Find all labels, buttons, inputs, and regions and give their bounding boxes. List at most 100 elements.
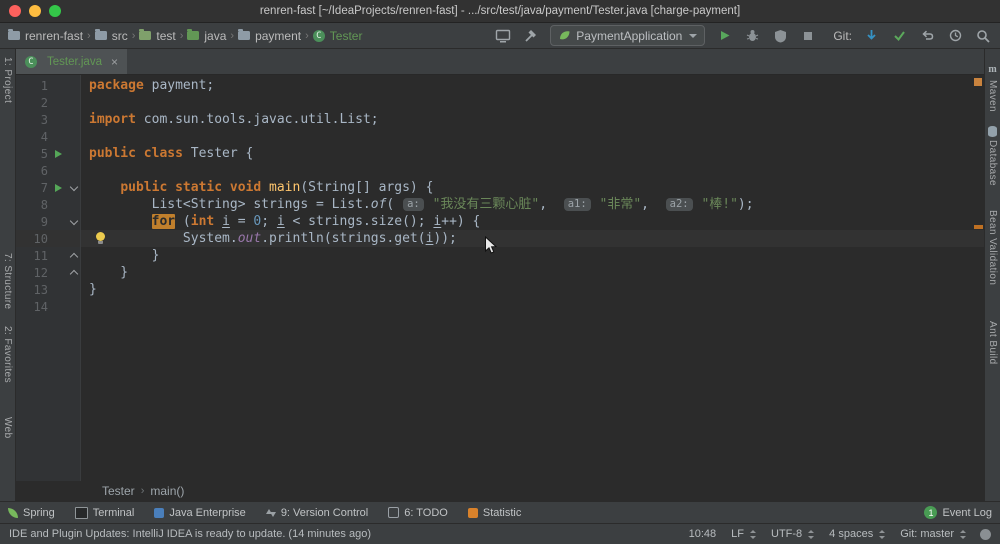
tab-tester-java[interactable]: Tester.java	[16, 49, 127, 74]
editor-breadcrumb-tester[interactable]: Tester	[102, 484, 135, 498]
line-number[interactable]: 9	[16, 215, 52, 229]
coverage-button[interactable]	[771, 27, 789, 45]
build-project-icon[interactable]	[522, 27, 540, 45]
run-configuration-select[interactable]: PaymentApplication	[550, 25, 706, 46]
status-widget-lf[interactable]: LF	[731, 528, 756, 540]
line-number[interactable]: 14	[16, 300, 52, 314]
fold-open-icon[interactable]	[69, 216, 79, 225]
tool-window-button-1-project[interactable]: 1: Project	[2, 57, 13, 103]
close-tab-icon[interactable]	[111, 56, 118, 68]
event-log-button[interactable]: 1 Event Log	[924, 506, 992, 519]
code-line[interactable]: for (int i = 0; i < strings.size(); i++)…	[81, 213, 984, 230]
tool-window-button-maven[interactable]: Maven	[987, 59, 998, 112]
tool-window-button-spring[interactable]: Spring	[8, 507, 55, 519]
breadcrumb-item-payment[interactable]: payment	[238, 28, 302, 43]
history-button[interactable]	[946, 27, 964, 45]
search-everywhere-icon[interactable]	[974, 27, 992, 45]
status-widget-git-master[interactable]: Git: master	[900, 528, 966, 540]
close-window-button[interactable]	[9, 5, 21, 17]
code-line[interactable]: public class Tester {	[81, 145, 984, 162]
tool-window-button-2-favorites[interactable]: 2: Favorites	[2, 326, 13, 383]
breadcrumb-item-renren-fast[interactable]: renren-fast	[8, 28, 83, 43]
status-widget-utf-8[interactable]: UTF-8	[771, 528, 815, 540]
run-button[interactable]	[715, 27, 733, 45]
code-line[interactable]: System.out.println(strings.get(i));	[81, 230, 984, 247]
editor[interactable]: 1 2 3 4 5 6 7 8 9 10 11 12 13 14 package payment; impo…	[16, 75, 984, 481]
tool-window-button-java-enterprise[interactable]: Java Enterprise	[154, 507, 246, 519]
editor-breadcrumb-main[interactable]: main()	[150, 484, 184, 498]
left-strip: 1: Project 7: Structure 2: Favorites Web	[0, 49, 16, 501]
git-update-button[interactable]	[862, 27, 880, 45]
tool-window-button-ant-build[interactable]: Ant Build	[987, 321, 998, 365]
git-rollback-button[interactable]	[918, 27, 936, 45]
gutter-row: 11	[16, 247, 80, 264]
status-widget-label: 10:48	[688, 528, 717, 540]
hector-inspection-icon[interactable]	[980, 528, 991, 540]
line-number[interactable]: 13	[16, 283, 52, 297]
tool-window-button-bean-validation[interactable]: Bean Validation	[987, 210, 998, 285]
debug-button[interactable]	[743, 27, 761, 45]
dropdown-caret-icon	[959, 529, 966, 539]
line-number[interactable]: 8	[16, 198, 52, 212]
code-token: payment;	[143, 78, 215, 93]
line-number[interactable]: 1	[16, 79, 52, 93]
status-widget-4-spaces[interactable]: 4 spaces	[829, 528, 886, 540]
code-line[interactable]: List<String> strings = List.of( a: "我没有三…	[81, 196, 984, 213]
code-line[interactable]: package payment;	[81, 77, 984, 94]
line-number[interactable]: 11	[16, 249, 52, 263]
toolwindow-bar: Spring Terminal Java Enterprise 9: Version …	[0, 501, 1000, 523]
git-commit-button[interactable]	[890, 27, 908, 45]
warning-stripe-mark[interactable]	[974, 225, 983, 229]
breadcrumb-label: payment	[255, 28, 302, 43]
code-line[interactable]	[81, 298, 984, 315]
line-number[interactable]: 12	[16, 266, 52, 280]
line-number[interactable]: 5	[16, 147, 52, 161]
line-number[interactable]: 10	[16, 232, 52, 246]
status-widget-10-48[interactable]: 10:48	[689, 528, 717, 540]
tool-window-button-web[interactable]: Web	[2, 417, 13, 439]
breadcrumb-item-src[interactable]: src	[94, 28, 128, 43]
code-area[interactable]: package payment; import com.sun.tools.jav…	[81, 75, 984, 481]
inspection-warning-marker[interactable]	[974, 78, 982, 86]
line-number[interactable]: 2	[16, 96, 52, 110]
status-message[interactable]: IDE and Plugin Updates: IntelliJ IDEA is…	[9, 528, 689, 540]
tool-window-button-7-structure[interactable]: 7: Structure	[2, 253, 13, 310]
gutter: 1 2 3 4 5 6 7 8 9 10 11 12 13 14	[16, 75, 81, 481]
line-number[interactable]: 4	[16, 130, 52, 144]
code-line[interactable]	[81, 162, 984, 179]
code-line[interactable]	[81, 94, 984, 111]
event-log-label: Event Log	[942, 506, 992, 519]
code-line[interactable]: }	[81, 247, 984, 264]
tool-window-button-database[interactable]: Database	[987, 126, 998, 186]
tool-window-button-statistic[interactable]: Statistic	[467, 507, 521, 519]
dropdown-caret-icon	[878, 529, 886, 539]
fold-open-icon[interactable]	[69, 182, 79, 191]
run-line-icon[interactable]	[55, 183, 62, 192]
event-log-badge: 1	[924, 506, 938, 519]
breadcrumb-item-tester[interactable]: Tester	[312, 29, 362, 43]
tool-window-button-6-todo[interactable]: 6: TODO	[388, 507, 448, 519]
run-line-icon[interactable]	[55, 149, 62, 158]
code-line[interactable]: }	[81, 281, 984, 298]
gutter-row: 12	[16, 264, 80, 281]
code-line[interactable]: }	[81, 264, 984, 281]
breadcrumb-item-test[interactable]: test	[139, 28, 176, 43]
intention-bulb-icon[interactable]	[96, 232, 105, 244]
code-line[interactable]	[81, 128, 984, 145]
code-line[interactable]: import com.sun.tools.javac.util.List;	[81, 111, 984, 128]
fold-close-icon[interactable]	[69, 269, 79, 278]
tool-window-button-terminal[interactable]: Terminal	[74, 506, 134, 519]
fold-close-icon[interactable]	[69, 252, 79, 261]
line-number[interactable]: 7	[16, 181, 52, 195]
code-line[interactable]: public static void main(String[] args) {	[81, 179, 984, 196]
zoom-window-button[interactable]	[49, 5, 61, 17]
database-icon	[988, 126, 997, 138]
breadcrumb-item-java[interactable]: java	[187, 28, 226, 43]
tool-window-button-9-version-control[interactable]: 9: Version Control	[265, 507, 368, 519]
minimize-window-button[interactable]	[29, 5, 41, 17]
stop-button[interactable]	[799, 27, 817, 45]
line-number[interactable]: 6	[16, 164, 52, 178]
line-number[interactable]: 3	[16, 113, 52, 127]
code-token: }	[89, 265, 129, 280]
restore-layout-icon[interactable]	[494, 27, 512, 45]
